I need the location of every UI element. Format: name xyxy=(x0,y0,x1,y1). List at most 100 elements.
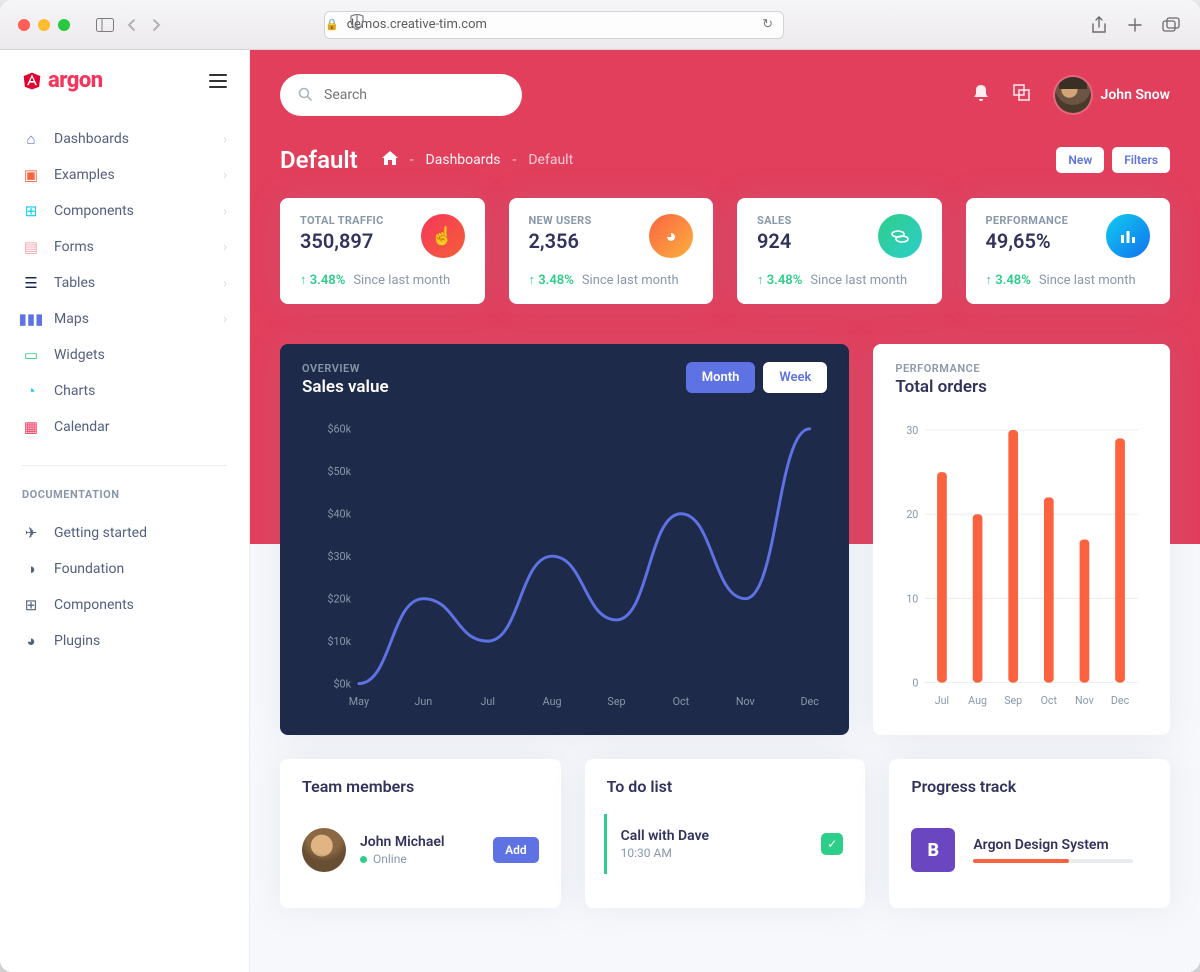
svg-text:$60k: $60k xyxy=(327,423,351,436)
sidebar-item-calendar[interactable]: ▦Calendar xyxy=(0,409,249,445)
divider xyxy=(22,465,227,466)
orders-bar-chart: 0102030JulAugSepOctNovDec xyxy=(873,415,1170,735)
card-title: Sales value xyxy=(302,377,389,397)
minimize-window-button[interactable] xyxy=(38,19,50,31)
address-bar[interactable]: 🔒 demos.creative-tim.com ↻ xyxy=(324,11,784,39)
share-icon[interactable] xyxy=(1088,14,1110,36)
sidebar-item-examples[interactable]: ▣Examples› xyxy=(0,157,249,193)
todo-title: Call with Dave xyxy=(621,828,709,844)
svg-text:0: 0 xyxy=(913,676,919,689)
new-tab-icon[interactable] xyxy=(1124,14,1146,36)
stat-delta: ↑ 3.48% xyxy=(300,272,345,288)
sidebar-item-label: Plugins xyxy=(54,633,100,649)
todo-row[interactable]: Call with Dave 10:30 AM ✓ xyxy=(604,814,844,874)
stat-value: 49,65% xyxy=(986,229,1069,253)
progress-row: B Argon Design System xyxy=(911,814,1148,886)
svg-text:Nov: Nov xyxy=(736,695,756,708)
filters-button[interactable]: Filters xyxy=(1112,147,1170,173)
stat-value: 924 xyxy=(757,229,792,253)
search-input[interactable] xyxy=(322,86,504,104)
sidebar-toggle-icon[interactable] xyxy=(94,14,116,36)
map-icon: ▮▮▮ xyxy=(22,310,40,328)
breadcrumb-link[interactable]: Dashboards xyxy=(426,152,501,168)
brand-logo[interactable]: argon xyxy=(22,68,103,93)
sidebar-item-label: Foundation xyxy=(54,561,124,577)
svg-text:Dec: Dec xyxy=(1111,694,1130,707)
svg-text:30: 30 xyxy=(907,424,919,437)
tab-month[interactable]: Month xyxy=(686,362,756,393)
home-icon[interactable] xyxy=(382,151,398,169)
sidebar-item-label: Components xyxy=(54,203,134,219)
sidebar-item-widgets[interactable]: ▭Widgets xyxy=(0,337,249,373)
stat-since: Since last month xyxy=(1039,273,1136,288)
sidebar-item-doc-components[interactable]: ⊞Components xyxy=(0,587,249,623)
stat-label: PERFORMANCE xyxy=(986,214,1069,227)
tabs-icon[interactable] xyxy=(1160,14,1182,36)
close-window-button[interactable] xyxy=(18,19,30,31)
user-name: John Snow xyxy=(1101,87,1170,103)
checkbox-checked-icon[interactable]: ✓ xyxy=(821,833,843,855)
add-button[interactable]: Add xyxy=(493,837,539,863)
sidebar-item-label: Forms xyxy=(54,239,94,255)
tv-icon: ⌂ xyxy=(22,130,40,148)
search-box[interactable] xyxy=(280,74,522,116)
stat-card-sales: SALES924 ↑ 3.48%Since last month xyxy=(737,198,942,304)
sidebar-item-components[interactable]: ⊞Components› xyxy=(0,193,249,229)
progress-card: Progress track B Argon Design System xyxy=(889,759,1170,908)
notifications-icon[interactable] xyxy=(973,84,989,106)
svg-text:$40k: $40k xyxy=(327,508,351,521)
todo-card: To do list Call with Dave 10:30 AM ✓ xyxy=(585,759,866,908)
bars-icon xyxy=(1106,214,1150,258)
sidebar-item-dashboards[interactable]: ⌂Dashboards› xyxy=(0,121,249,157)
svg-text:Sep: Sep xyxy=(1005,694,1023,707)
apps-icon[interactable] xyxy=(1013,84,1031,106)
sidebar-item-charts[interactable]: ◔Charts xyxy=(0,373,249,409)
reload-icon[interactable]: ↻ xyxy=(762,17,773,32)
stat-since: Since last month xyxy=(810,273,907,288)
lock-icon: 🔒 xyxy=(325,18,339,31)
svg-text:Dec: Dec xyxy=(801,695,820,708)
maximize-window-button[interactable] xyxy=(58,19,70,31)
collection-icon: ▣ xyxy=(22,166,40,184)
shield-icon[interactable] xyxy=(350,14,364,34)
docs-heading: DOCUMENTATION xyxy=(0,478,249,507)
atom-icon: ⊞ xyxy=(22,202,40,220)
sidebar-item-getting-started[interactable]: ✈Getting started xyxy=(0,515,249,551)
forward-button[interactable] xyxy=(146,14,168,36)
new-button[interactable]: New xyxy=(1056,147,1104,173)
chevron-right-icon: › xyxy=(223,312,227,326)
browser-window: 🔒 demos.creative-tim.com ↻ argon xyxy=(0,0,1200,972)
sidebar-item-label: Components xyxy=(54,597,134,613)
tab-week[interactable]: Week xyxy=(763,362,827,393)
sidebar-item-label: Widgets xyxy=(54,347,105,363)
card-title: To do list xyxy=(585,759,866,814)
todo-time: 10:30 AM xyxy=(621,846,709,860)
sidebar-item-forms[interactable]: ▤Forms› xyxy=(0,229,249,265)
bootstrap-icon: B xyxy=(911,828,955,872)
sidebar: argon ⌂Dashboards› ▣Examples› ⊞Component… xyxy=(0,50,250,972)
breadcrumb-current: Default xyxy=(528,152,573,168)
sidebar-item-maps[interactable]: ▮▮▮Maps› xyxy=(0,301,249,337)
card-overline: PERFORMANCE xyxy=(895,362,986,375)
stat-value: 350,897 xyxy=(300,229,384,253)
menu-toggle-icon[interactable] xyxy=(209,74,227,88)
svg-text:$20k: $20k xyxy=(327,593,351,606)
svg-text:$30k: $30k xyxy=(327,550,351,563)
stats-row: TOTAL TRAFFIC350,897 ☝ ↑ 3.48%Since last… xyxy=(280,198,1170,304)
back-button[interactable] xyxy=(120,14,142,36)
stat-label: SALES xyxy=(757,214,792,227)
svg-text:20: 20 xyxy=(907,508,919,521)
card-title: Total orders xyxy=(895,377,986,397)
user-menu[interactable]: John Snow xyxy=(1055,77,1170,113)
angular-icon xyxy=(22,71,42,91)
svg-text:$10k: $10k xyxy=(327,635,351,648)
chart-pie-icon: ◔ xyxy=(22,382,40,400)
breadcrumb-separator: - xyxy=(410,152,414,168)
svg-text:Jul: Jul xyxy=(935,694,949,707)
pie-icon: ◕ xyxy=(649,214,693,258)
sidebar-item-foundation[interactable]: ◑Foundation xyxy=(0,551,249,587)
stat-label: TOTAL TRAFFIC xyxy=(300,214,384,227)
sidebar-item-tables[interactable]: ☰Tables› xyxy=(0,265,249,301)
search-icon xyxy=(298,86,312,105)
sidebar-item-plugins[interactable]: ◕Plugins xyxy=(0,623,249,659)
